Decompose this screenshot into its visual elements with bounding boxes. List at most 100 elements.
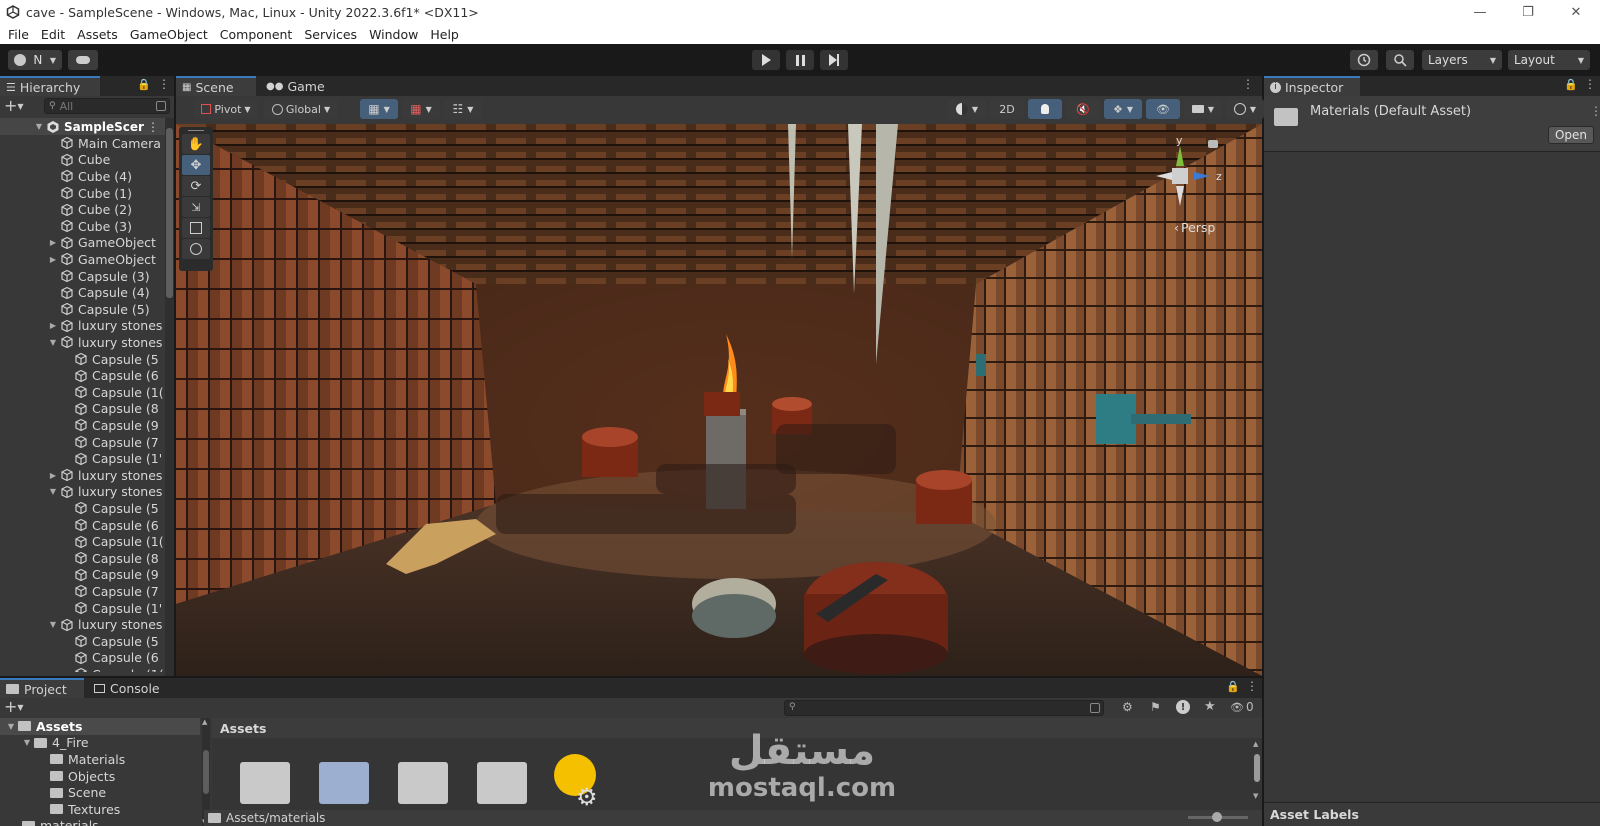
hierarchy-row[interactable]: Cube (1) — [48, 185, 132, 202]
scene-viewport[interactable]: ✋ ✥ ⟳ ⇲ y z ‹ Persp — [176, 124, 1262, 676]
lock-icon[interactable]: 🔒 — [137, 78, 151, 91]
expand-arrow-icon[interactable]: ▶ — [48, 255, 58, 264]
hierarchy-row[interactable]: Capsule (1( — [62, 533, 164, 550]
folder-selected-icon[interactable] — [319, 762, 369, 804]
star-icon[interactable]: ★ — [1204, 699, 1216, 714]
tab-hierarchy[interactable]: ☰ Hierarchy — [0, 76, 100, 96]
hierarchy-row[interactable]: Capsule (5) — [48, 301, 150, 318]
hierarchy-row[interactable]: Capsule (1' — [62, 600, 162, 617]
camera-dropdown[interactable]: ▼ — [1184, 99, 1222, 119]
search-options-icon[interactable] — [1090, 703, 1100, 713]
tab-game[interactable]: ●● Game — [260, 76, 330, 96]
hierarchy-row[interactable]: Capsule (7 — [62, 434, 159, 451]
menu-window[interactable]: Window — [363, 27, 424, 42]
play-button[interactable] — [752, 50, 780, 70]
toggle-2d-button[interactable]: 2D — [990, 99, 1024, 119]
filter-type-icon[interactable]: ⚙ — [1122, 700, 1133, 714]
hierarchy-row[interactable]: Capsule (6 — [62, 367, 159, 384]
lighting-toggle[interactable] — [1028, 99, 1062, 119]
restore-icon[interactable]: ❐ — [1504, 0, 1552, 24]
collapse-arrow-icon[interactable]: ▼ — [22, 738, 32, 747]
account-dropdown[interactable]: N ▼ — [8, 50, 62, 70]
hierarchy-row[interactable]: Capsule (5 — [62, 351, 159, 368]
hierarchy-row[interactable]: Cube (3) — [48, 218, 132, 235]
menu-assets[interactable]: Assets — [71, 27, 124, 42]
collapse-arrow-icon[interactable]: ▼ — [48, 487, 58, 496]
draw-mode-dropdown[interactable]: ▼ — [948, 99, 986, 119]
project-tree-item[interactable]: Scene — [38, 784, 106, 801]
label-tag-icon[interactable]: ⚑ — [1150, 700, 1161, 714]
collapse-arrow-icon[interactable]: ▼ — [6, 722, 16, 731]
hierarchy-row[interactable]: ▼ luxury stones — [48, 334, 163, 351]
hierarchy-row[interactable]: Cube — [48, 152, 110, 169]
hierarchy-row[interactable]: Capsule (8 — [62, 401, 159, 418]
project-search-input[interactable]: ⚲ — [784, 700, 1104, 716]
tab-console[interactable]: Console — [88, 678, 168, 698]
more-options-icon[interactable]: ⋮ — [1242, 77, 1254, 91]
hierarchy-row[interactable]: ▶ luxury stones — [48, 318, 163, 335]
tab-inspector[interactable]: i Inspector — [1264, 76, 1360, 96]
step-button[interactable] — [820, 50, 848, 70]
lock-icon[interactable]: 🔒 — [1564, 78, 1578, 91]
hierarchy-row[interactable]: ▼ luxury stones — [48, 616, 163, 633]
hierarchy-row[interactable]: Capsule (7 — [62, 583, 159, 600]
lock-icon[interactable]: 🔒 — [1226, 680, 1240, 693]
hierarchy-row[interactable]: Capsule (6 — [62, 650, 159, 667]
view-tool-button[interactable]: ✋ — [182, 134, 210, 154]
assets-scrollbar[interactable]: ▲ ▼ — [1252, 740, 1262, 804]
tab-project[interactable]: Project — [0, 678, 84, 698]
grid-visibility-button[interactable]: ▦ ▼ — [402, 99, 440, 119]
hierarchy-search[interactable]: ⚲ All — [44, 98, 170, 114]
hierarchy-row[interactable]: ▶ GameObject — [48, 235, 156, 252]
history-button[interactable] — [1350, 50, 1378, 70]
rotate-tool-button[interactable]: ⟳ — [182, 176, 210, 196]
folder-icon[interactable] — [477, 762, 527, 804]
hierarchy-row[interactable]: Capsule (8 — [62, 550, 159, 567]
folder-icon[interactable] — [398, 762, 448, 804]
project-create-button[interactable]: + ▼ — [4, 699, 24, 715]
projection-toggle[interactable]: ‹ Persp — [1174, 220, 1215, 235]
hierarchy-scrollbar[interactable] — [165, 118, 174, 676]
scrollbar-thumb[interactable] — [1254, 754, 1260, 782]
warning-icon[interactable]: ! — [1176, 700, 1190, 714]
minimize-icon[interactable]: — — [1456, 0, 1504, 24]
more-options-icon[interactable]: ⋮ — [1584, 77, 1596, 91]
menu-gameobject[interactable]: GameObject — [124, 27, 214, 42]
expand-arrow-icon[interactable]: ▼ — [34, 122, 44, 131]
hierarchy-row[interactable]: ▼ luxury stones — [48, 484, 163, 501]
hierarchy-row[interactable]: Capsule (6 — [62, 517, 159, 534]
scroll-up-icon[interactable]: ▲ — [202, 718, 207, 726]
scrollbar-thumb[interactable] — [203, 750, 209, 794]
project-tree-item[interactable]: Objects — [38, 768, 115, 785]
hierarchy-row[interactable]: Cube (4) — [48, 168, 132, 185]
hidden-packages-toggle[interactable]: 👁 0 — [1230, 700, 1254, 714]
project-tree-item[interactable]: materials — [22, 818, 99, 826]
move-tool-button[interactable]: ✥ — [182, 155, 210, 175]
scene-gizmo[interactable]: y z — [1154, 134, 1234, 224]
palette-grip-icon[interactable] — [179, 127, 213, 133]
rect-tool-button[interactable] — [182, 218, 210, 238]
menu-services[interactable]: Services — [298, 27, 363, 42]
hierarchy-row[interactable]: Capsule (5 — [62, 500, 159, 517]
hierarchy-row[interactable]: Main Camera — [48, 135, 161, 152]
collapse-arrow-icon[interactable]: ▼ — [48, 620, 58, 629]
expand-arrow-icon[interactable]: ▶ — [48, 321, 58, 330]
project-tree-item[interactable]: Textures — [38, 801, 120, 818]
tab-scene[interactable]: ▦ Scene — [176, 76, 256, 96]
increment-snap-button[interactable]: ☷ ▼ — [444, 99, 482, 119]
layers-dropdown[interactable]: Layers ▼ — [1422, 50, 1502, 70]
scale-tool-button[interactable]: ⇲ — [182, 197, 210, 217]
collapse-arrow-icon[interactable]: ▼ — [48, 338, 58, 347]
menu-component[interactable]: Component — [214, 27, 299, 42]
project-tree-root[interactable]: ▼ Assets — [0, 718, 200, 735]
project-tree-item[interactable]: ▼ 4_Fire — [22, 735, 89, 752]
expand-arrow-icon[interactable]: ▶ — [48, 238, 58, 247]
menu-edit[interactable]: Edit — [35, 27, 71, 42]
hierarchy-row[interactable]: Capsule (1( — [62, 666, 164, 672]
hierarchy-row[interactable]: Capsule (5 — [62, 633, 159, 650]
scrollbar-thumb[interactable] — [166, 128, 173, 298]
hierarchy-row[interactable]: Capsule (1( — [62, 384, 164, 401]
gizmos-dropdown[interactable]: ▼ — [1226, 99, 1264, 119]
filter-icon[interactable] — [156, 101, 166, 111]
hierarchy-row[interactable]: Capsule (9 — [62, 417, 159, 434]
